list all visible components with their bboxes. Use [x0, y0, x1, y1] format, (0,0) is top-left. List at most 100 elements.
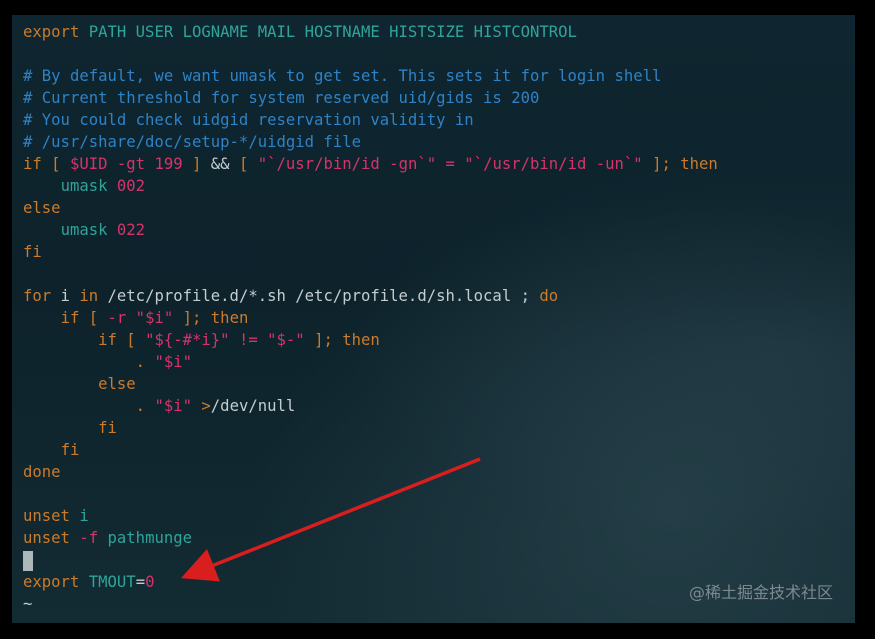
code-token: fi — [60, 441, 80, 459]
code-token: else — [23, 199, 61, 217]
watermark-text: @稀土掘金技术社区 — [688, 583, 833, 602]
code-token: unset — [23, 507, 70, 525]
code-token: 022 — [107, 221, 146, 239]
code-line: if [ -r "$i" ]; then — [23, 307, 718, 329]
code-token: export — [23, 23, 80, 41]
code-token: [ — [126, 331, 136, 349]
code-token: else — [98, 375, 136, 393]
code-line: export PATH USER LOGNAME MAIL HOSTNAME H… — [23, 21, 718, 43]
terminal-window[interactable]: export PATH USER LOGNAME MAIL HOSTNAME H… — [12, 15, 855, 623]
code-token: umask — [60, 221, 108, 239]
code-token: umask — [60, 177, 108, 195]
code-line: # By default, we want umask to get set. … — [23, 65, 718, 87]
code-token: = — [135, 573, 146, 591]
code-line: umask 022 — [23, 219, 718, 241]
code-token: i — [51, 287, 80, 305]
code-line: umask 002 — [23, 175, 718, 197]
code-token: fi — [98, 419, 117, 437]
code-token: 0 — [145, 573, 155, 591]
code-token: "$i" — [145, 397, 193, 415]
code-line: unset -f pathmunge — [23, 527, 718, 549]
code-line: # Current threshold for system reserved … — [23, 87, 718, 109]
code-token: . — [135, 397, 146, 415]
code-line: else — [23, 197, 718, 219]
code-line: else — [23, 373, 718, 395]
code-line: fi — [23, 417, 718, 439]
code-token: ]; then — [182, 309, 249, 327]
code-token: "`/usr/bin/id -gn`" = "`/usr/bin/id -un`… — [257, 155, 643, 173]
code-token: unset — [23, 529, 70, 547]
code-token: # You could check uidgid reservation val… — [23, 111, 474, 129]
code-token: if — [60, 309, 80, 327]
code-token: if — [98, 331, 117, 349]
code-token: ]; then — [314, 331, 380, 349]
code-token: [ — [51, 155, 61, 173]
code-line: # You could check uidgid reservation val… — [23, 109, 718, 131]
code-token: # /usr/share/doc/setup-*/uidgid file — [23, 133, 361, 151]
code-token: . — [135, 353, 146, 371]
code-token: i — [69, 507, 89, 525]
code-token: # By default, we want umask to get set. … — [23, 67, 662, 85]
code-token: # Current threshold for system reserved … — [23, 89, 540, 107]
code-token: TMOUT — [79, 573, 136, 591]
code-token: ]; then — [652, 155, 718, 173]
code-token: > — [201, 397, 211, 415]
code-token: ~ — [23, 595, 33, 613]
code-line: if [ "${-#*i}" != "$-" ]; then — [23, 329, 718, 351]
code-token: [ — [238, 155, 249, 173]
code-token: -f — [69, 529, 99, 547]
code-token: "${-#*i}" != "$-" — [145, 331, 305, 349]
code-line: ~ — [23, 593, 718, 615]
code-token: ] — [192, 155, 202, 173]
code-token: && — [201, 155, 239, 173]
code-token: for — [23, 287, 52, 305]
code-token: done — [23, 463, 61, 481]
code-token: -r "$i" — [98, 309, 174, 327]
code-line — [23, 549, 718, 571]
code-line: fi — [23, 439, 718, 461]
code-token: /dev/null — [210, 397, 296, 415]
code-line: done — [23, 461, 718, 483]
code-token: pathmunge — [98, 529, 193, 547]
code-line: for i in /etc/profile.d/*.sh /etc/profil… — [23, 285, 718, 307]
code-token: PATH USER LOGNAME MAIL HOSTNAME HISTSIZE… — [79, 23, 577, 41]
code-line: fi — [23, 241, 718, 263]
code-line: . "$i" >/dev/null — [23, 395, 718, 417]
code-token: fi — [23, 243, 42, 261]
code-token: do — [539, 287, 559, 305]
text-cursor — [23, 550, 33, 571]
code-token: [ — [88, 309, 99, 327]
code-token: in — [79, 287, 99, 305]
code-token: if — [23, 155, 42, 173]
code-line: unset i — [23, 505, 718, 527]
vim-editor-buffer[interactable]: export PATH USER LOGNAME MAIL HOSTNAME H… — [23, 21, 718, 615]
code-line: # /usr/share/doc/setup-*/uidgid file — [23, 131, 718, 153]
code-token: $UID -gt 199 — [69, 155, 183, 173]
code-line: export TMOUT=0 — [23, 571, 718, 593]
code-line: if [ $UID -gt 199 ] && [ "`/usr/bin/id -… — [23, 153, 718, 175]
code-token: export — [23, 573, 80, 591]
code-token: 002 — [107, 177, 146, 195]
code-token: "$i" — [145, 353, 193, 371]
